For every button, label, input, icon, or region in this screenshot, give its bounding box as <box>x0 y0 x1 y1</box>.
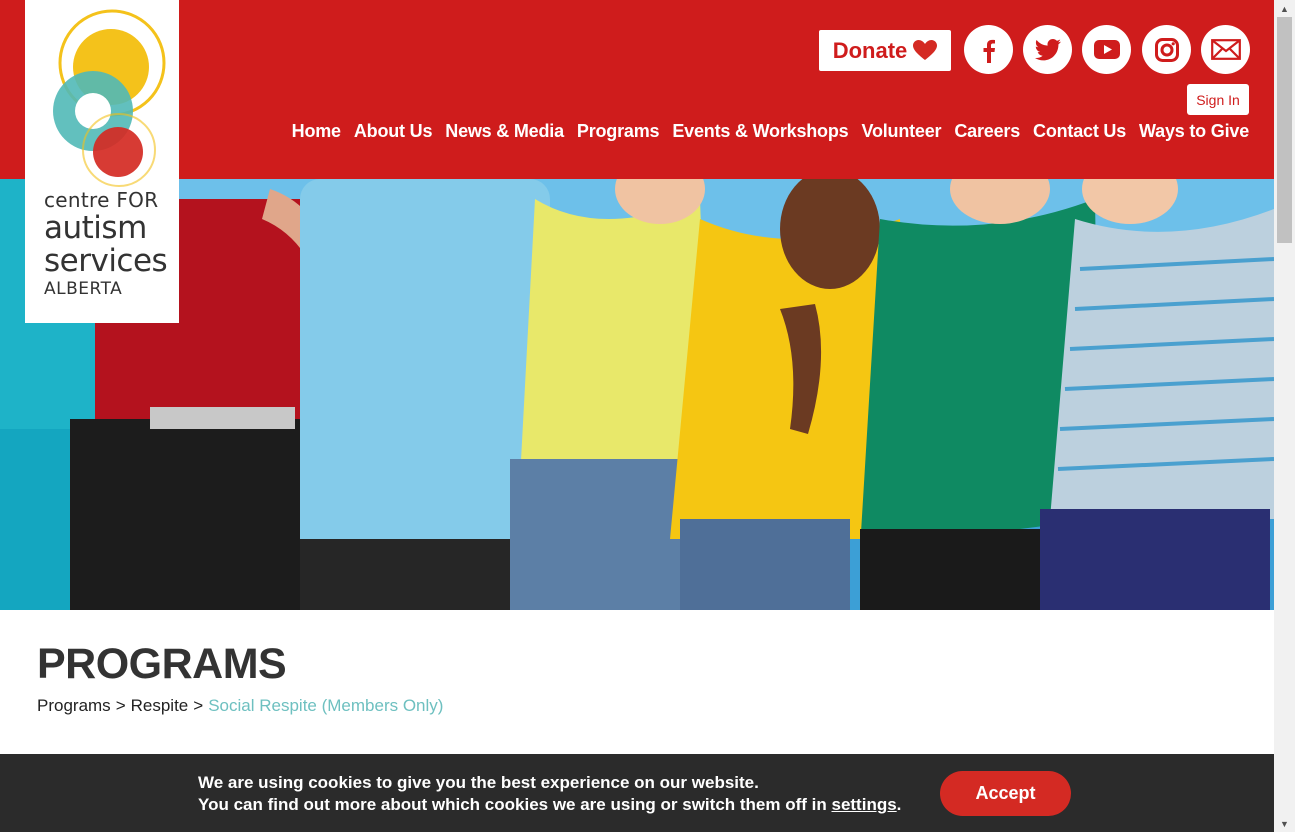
nav-ways-to-give[interactable]: Ways to Give <box>1139 121 1249 142</box>
page: Donate Sign In Home About Us News & Medi… <box>0 0 1274 832</box>
cookie-line-1: We are using cookies to give you the bes… <box>198 773 759 792</box>
site-logo[interactable]: centre FOR autism services ALBERTA <box>25 0 179 323</box>
nav-about-us[interactable]: About Us <box>354 121 433 142</box>
logo-line-3: services <box>44 243 168 279</box>
heart-icon <box>913 40 938 60</box>
breadcrumb-programs[interactable]: Programs <box>37 696 111 715</box>
hero-image <box>0 179 1274 610</box>
scroll-up-arrow-icon[interactable]: ▲ <box>1274 0 1295 17</box>
accept-cookies-button[interactable]: Accept <box>940 771 1071 816</box>
breadcrumb: Programs > Respite > Social Respite (Members… <box>37 696 443 716</box>
sign-in-button[interactable]: Sign In <box>1187 84 1249 115</box>
cookie-line-2-end: . <box>896 795 902 814</box>
breadcrumb-current: Social Respite (Members Only) <box>208 696 444 715</box>
vertical-scrollbar[interactable]: ▲ ▼ <box>1274 0 1295 832</box>
cookie-line-2: You can find out more about which cookie… <box>198 794 901 816</box>
page-title: PROGRAMS <box>37 640 287 688</box>
nav-volunteer[interactable]: Volunteer <box>861 121 941 142</box>
logo-line-1: centre FOR <box>44 188 159 212</box>
breadcrumb-respite[interactable]: Respite <box>131 696 189 715</box>
cookie-banner: We are using cookies to give you the bes… <box>0 754 1274 832</box>
cookie-line-2-text: You can find out more about which cookie… <box>198 795 832 814</box>
instagram-icon[interactable] <box>1142 25 1191 74</box>
cookie-message: We are using cookies to give you the bes… <box>198 772 901 816</box>
nav-news-media[interactable]: News & Media <box>445 121 564 142</box>
scrollbar-thumb[interactable] <box>1277 17 1292 243</box>
nav-careers[interactable]: Careers <box>954 121 1020 142</box>
logo-line-4: ALBERTA <box>44 279 123 299</box>
scroll-down-arrow-icon[interactable]: ▼ <box>1274 815 1295 832</box>
facebook-icon[interactable] <box>964 25 1013 74</box>
logo-wordmark: centre FOR autism services ALBERTA <box>44 188 168 299</box>
breadcrumb-separator: > <box>193 696 204 715</box>
cookie-settings-link[interactable]: settings <box>831 795 896 814</box>
main-nav: Home About Us News & Media Programs Even… <box>292 121 1250 142</box>
donate-button[interactable]: Donate <box>819 30 951 71</box>
nav-contact-us[interactable]: Contact Us <box>1033 121 1126 142</box>
logo-line-2: autism <box>44 210 147 246</box>
site-header: Donate Sign In Home About Us News & Medi… <box>0 0 1274 179</box>
youtube-icon[interactable] <box>1082 25 1131 74</box>
donate-label: Donate <box>832 37 908 63</box>
logo-circles-icon <box>53 9 166 187</box>
breadcrumb-separator: > <box>115 696 126 715</box>
nav-home[interactable]: Home <box>292 121 341 142</box>
nav-events-workshops[interactable]: Events & Workshops <box>672 121 848 142</box>
email-icon[interactable] <box>1201 25 1250 74</box>
nav-programs[interactable]: Programs <box>577 121 660 142</box>
twitter-icon[interactable] <box>1023 25 1072 74</box>
